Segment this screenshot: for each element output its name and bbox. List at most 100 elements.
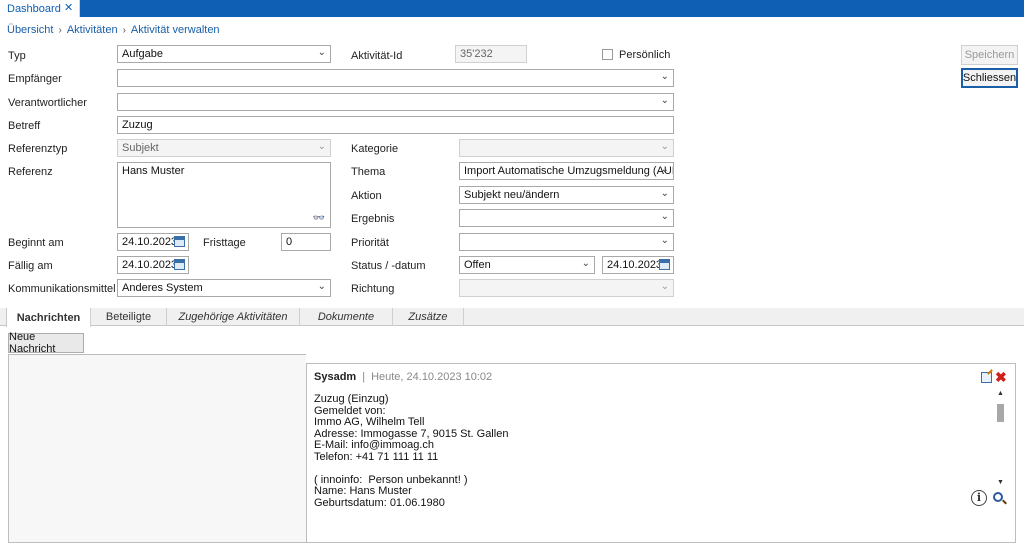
chevron-down-icon: ⌄: [660, 141, 669, 152]
persoenlich-label: Persönlich: [619, 49, 671, 61]
new-message-button[interactable]: Neue Nachricht: [8, 331, 84, 355]
message-line: E-Mail: info@immoag.ch: [314, 439, 434, 451]
beginnt-value: 24.10.2023: [122, 236, 178, 248]
referenz-value: Hans Muster: [122, 165, 185, 177]
betreff-label: Betreff: [8, 120, 41, 132]
verantwortlicher-select[interactable]: ⌄: [117, 93, 674, 111]
status-select[interactable]: Offen ⌄: [459, 256, 595, 274]
chevron-down-icon: ⌄: [660, 281, 669, 292]
referenz-textarea[interactable]: Hans Muster 👓: [117, 162, 331, 228]
kategorie-label: Kategorie: [351, 143, 399, 155]
breadcrumb-aktivitaeten[interactable]: Aktivitäten: [67, 24, 118, 36]
breadcrumb-uebersicht[interactable]: Übersicht: [7, 24, 53, 36]
message-line: Telefon: +41 71 111 11 11: [314, 450, 439, 463]
kommunikation-label: Kommunikationsmittel: [8, 283, 116, 295]
richtung-select: ⌄: [459, 279, 674, 297]
info-icon[interactable]: i: [971, 490, 987, 506]
chevron-right-icon: ›: [122, 24, 126, 36]
zoom-icon[interactable]: [993, 492, 1003, 502]
delete-icon[interactable]: ✖: [995, 369, 1007, 386]
faellig-value: 24.10.2023: [122, 259, 178, 271]
edit-icon[interactable]: [981, 372, 992, 383]
typ-select[interactable]: Aufgabe ⌄: [117, 45, 331, 63]
calendar-icon[interactable]: [174, 259, 185, 270]
calendar-icon[interactable]: [174, 236, 185, 247]
faellig-date-input[interactable]: 24.10.2023: [117, 256, 189, 274]
aktion-select[interactable]: Subjekt neu/ändern ⌄: [459, 186, 674, 204]
detail-tabstrip: Nachrichten Beteiligte Zugehörige Aktivi…: [0, 308, 1024, 327]
message-scrollbar[interactable]: ▲ ▼: [995, 390, 1006, 486]
close-button[interactable]: Schliessen: [961, 68, 1018, 88]
referenztyp-value: Subjekt: [122, 142, 159, 154]
richtung-label: Richtung: [351, 283, 395, 295]
beginnt-date-input[interactable]: 24.10.2023: [117, 233, 189, 251]
message-line: Immo AG, Wilhelm Tell: [314, 416, 425, 428]
referenztyp-select: Subjekt ⌄: [117, 139, 331, 157]
message-header: Sysadm | Heute, 24.10.2023 10:02: [314, 371, 492, 383]
beginnt-label: Beginnt am: [8, 237, 64, 249]
message-line: Zuzug (Einzug): [314, 393, 389, 405]
chevron-down-icon: ⌄: [317, 141, 326, 152]
aktivitaet-id-value: 35'232: [460, 48, 493, 60]
save-button[interactable]: Speichern: [961, 45, 1018, 65]
ergebnis-select[interactable]: ⌄: [459, 209, 674, 227]
message-header-separator: |: [362, 371, 366, 383]
chevron-down-icon: ⌄: [317, 281, 326, 292]
aktion-label: Aktion: [351, 190, 382, 202]
fristtage-input[interactable]: 0: [281, 233, 331, 251]
tab-dashboard-label: Dashboard: [7, 2, 61, 15]
message-line: Name: Hans Muster: [314, 485, 412, 497]
typ-label: Typ: [8, 50, 26, 62]
message-body: Zuzug (Einzug) Gemeldet von: Immo AG, Wi…: [314, 393, 984, 509]
status-label: Status / -datum: [351, 260, 426, 272]
tab-dokumente[interactable]: Dokumente: [300, 308, 393, 326]
chevron-down-icon: ⌄: [660, 235, 669, 246]
kommunikation-select[interactable]: Anderes System ⌄: [117, 279, 331, 297]
chevron-down-icon: ⌄: [317, 47, 326, 58]
aktion-value: Subjekt neu/ändern: [464, 189, 560, 201]
top-tab-bar: [0, 0, 1024, 17]
chevron-down-icon: ⌄: [660, 188, 669, 199]
scrollbar-thumb[interactable]: [997, 404, 1004, 422]
calendar-icon[interactable]: [659, 259, 670, 270]
message-card: Sysadm | Heute, 24.10.2023 10:02 ✖ Zuzug…: [306, 363, 1016, 543]
referenz-label: Referenz: [8, 166, 53, 178]
message-author: Sysadm: [314, 371, 357, 383]
prioritaet-label: Priorität: [351, 237, 389, 249]
message-list-panel: [8, 354, 306, 543]
message-line: Geburtsdatum: 01.06.1980: [314, 496, 445, 509]
message-line: ( innoinfo: Person unbekannt! ): [314, 473, 468, 486]
aktivitaet-id-field: 35'232: [455, 45, 527, 63]
chevron-down-icon: ⌄: [581, 258, 590, 269]
message-line: [314, 463, 984, 475]
tab-beteiligte[interactable]: Beteiligte: [91, 308, 167, 326]
tab-nachrichten[interactable]: Nachrichten: [6, 308, 91, 327]
binoculars-icon[interactable]: 👓: [313, 213, 325, 224]
scroll-up-icon[interactable]: ▲: [995, 390, 1006, 397]
chevron-down-icon: ⌄: [660, 71, 669, 82]
betreff-input[interactable]: Zuzug: [117, 116, 674, 134]
status-date-input[interactable]: 24.10.2023: [602, 256, 674, 274]
status-value: Offen: [464, 259, 491, 271]
fristtage-label: Fristtage: [203, 237, 246, 249]
chevron-right-icon: ›: [58, 24, 62, 36]
typ-value: Aufgabe: [122, 48, 163, 60]
empfaenger-select[interactable]: ⌄: [117, 69, 674, 87]
persoenlich-checkbox[interactable]: [602, 49, 613, 60]
fristtage-value: 0: [286, 236, 293, 248]
status-date-value: 24.10.2023: [607, 259, 663, 271]
faellig-label: Fällig am: [8, 260, 53, 272]
scroll-down-icon[interactable]: ▼: [995, 479, 1006, 486]
breadcrumb: Übersicht › Aktivitäten › Aktivität verw…: [7, 24, 220, 36]
thema-value: Import Automatische Umzugsmeldung (AUM): [464, 165, 674, 177]
tab-zusaetze[interactable]: Zusätze: [393, 308, 464, 326]
thema-select[interactable]: Import Automatische Umzugsmeldung (AUM) …: [459, 162, 674, 180]
verantwortlicher-label: Verantwortlicher: [8, 97, 87, 109]
close-icon[interactable]: ✕: [64, 1, 73, 14]
ergebnis-label: Ergebnis: [351, 213, 395, 225]
tab-dashboard[interactable]: Dashboard ✕: [0, 0, 80, 17]
breadcrumb-aktivitaet-verwalten[interactable]: Aktivität verwalten: [131, 24, 220, 36]
chevron-down-icon: ⌄: [660, 211, 669, 222]
tab-zugehoerige-aktivitaeten[interactable]: Zugehörige Aktivitäten: [167, 308, 300, 326]
prioritaet-select[interactable]: ⌄: [459, 233, 674, 251]
